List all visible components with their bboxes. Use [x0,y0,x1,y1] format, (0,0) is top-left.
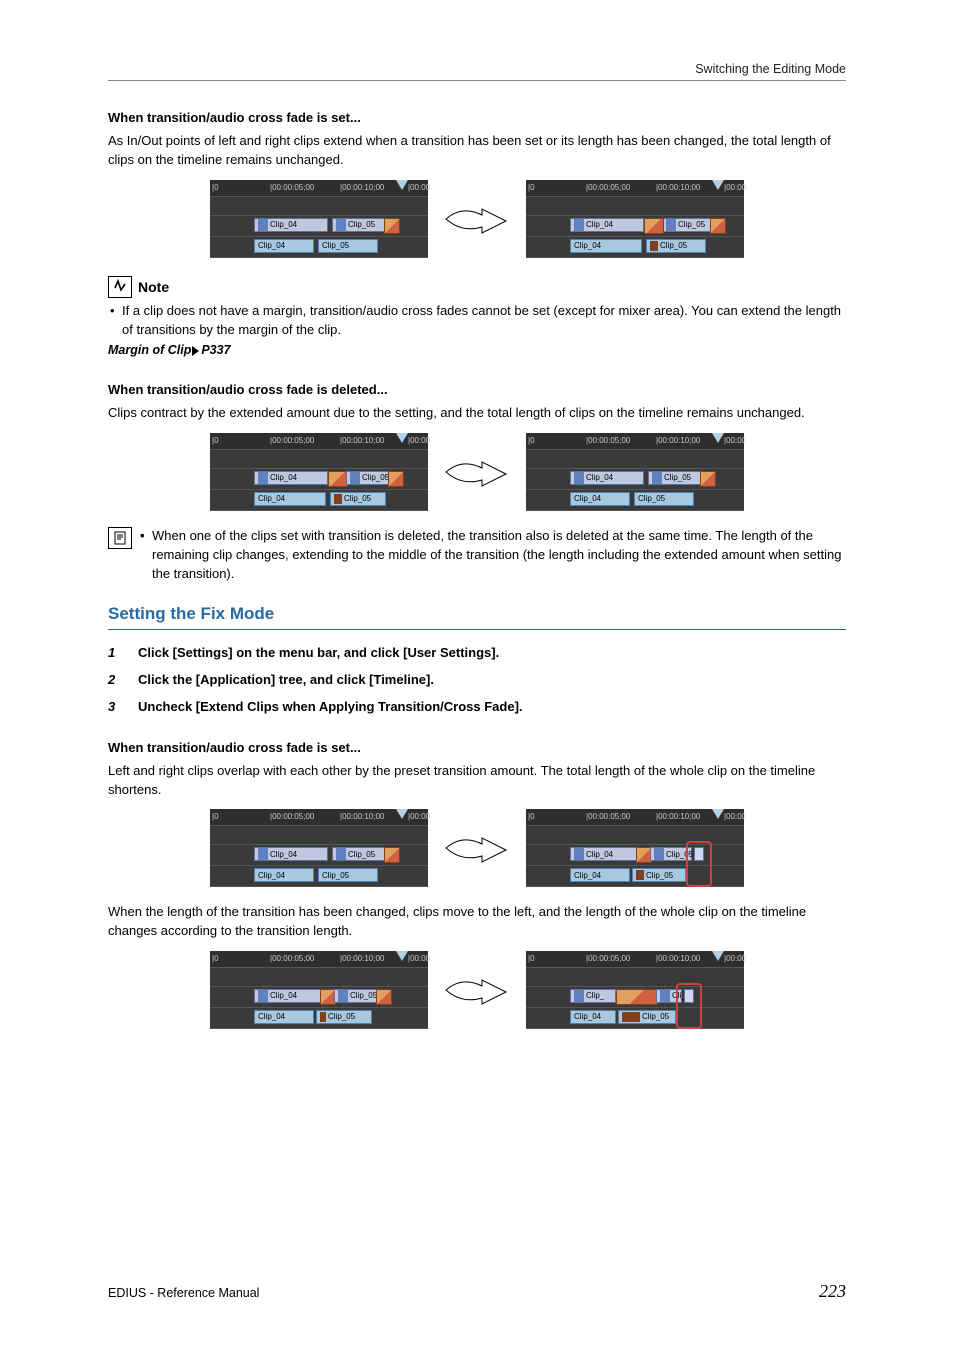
timeline-before: |0 |00:00:05;00 |00:00:10;00 |00:00 Clip… [210,180,428,258]
transition-icon [700,471,716,487]
subheading-transition-set-2: When transition/audio cross fade is set.… [108,739,846,758]
figure-fixmode-length-change: |0 |00:00:05;00 |00:00:10;00 |00:00 Clip… [108,951,846,1029]
step-num: 1 [108,644,120,663]
body-text: Left and right clips overlap with each o… [108,762,846,800]
arrow-right-icon [442,970,512,1010]
transition-icon [328,471,348,487]
timeline-after: |0 |00:00:05;00 |00:00:10;00 |00:00 Clip… [526,809,744,887]
arrow-right-icon [442,452,512,492]
step-text: Uncheck [Extend Clips when Applying Tran… [138,698,523,717]
note-icon [108,276,132,298]
page-number: 223 [819,1278,846,1304]
ruler-tick: |00:00 [724,182,746,194]
timeline-after: |0 |00:00:05;00 |00:00:10;00 |00:00 Clip… [526,180,744,258]
info-icon [108,527,132,549]
clip-video: Clip_05 [662,218,712,232]
playhead-icon [396,809,408,819]
arrow-right-icon [442,199,512,239]
body-text: Clips contract by the extended amount du… [108,404,846,423]
heading-setting-fix-mode: Setting the Fix Mode [108,602,846,631]
playhead-icon [396,433,408,443]
timeline-after: |0 |00:00:05;00 |00:00:10;00 |00:00 Clip… [526,433,744,511]
breadcrumb: Switching the Editing Mode [108,60,846,81]
xref-arrow-icon [192,346,199,356]
clip-video: Clip_04 [254,218,328,232]
info-bullet: When one of the clips set with transitio… [140,527,846,584]
step-num: 3 [108,698,120,717]
clip-audio: Clip_05 [646,239,706,253]
figure-fixmode-set: |0 |00:00:05;00 |00:00:10;00 |00:00 Clip… [108,809,846,887]
arrow-right-icon [442,828,512,868]
step-text: Click the [Application] tree, and click … [138,671,434,690]
timeline-before: |0 |00:00:05;00 |00:00:10;00 |00:00 Clip… [210,433,428,511]
body-text: As In/Out points of left and right clips… [108,132,846,170]
timeline-before: |0 |00:00:05;00 |00:00:10;00 |00:00 Clip… [210,809,428,887]
figure-transition-deleted: |0 |00:00:05;00 |00:00:10;00 |00:00 Clip… [108,433,846,511]
ruler-tick: |00:00:10;00 [340,182,384,194]
note-bullet: If a clip does not have a margin, transi… [108,302,846,340]
timeline-before: |0 |00:00:05;00 |00:00:10;00 |00:00 Clip… [210,951,428,1029]
playhead-icon [712,433,724,443]
subheading-transition-set-1: When transition/audio cross fade is set.… [108,109,846,128]
step-num: 2 [108,671,120,690]
transition-icon [710,218,726,234]
footer-doc-title: EDIUS - Reference Manual [108,1284,259,1302]
step-text: Click [Settings] on the menu bar, and cl… [138,644,499,663]
clip-audio: Clip_05 [318,239,378,253]
highlight-box [686,841,712,887]
ruler-tick: |00:00:05;00 [586,182,630,194]
note-label: Note [138,277,169,297]
ruler-tick: |00:00 [408,182,430,194]
transition-icon [388,471,404,487]
body-text: When the length of the transition has be… [108,903,846,941]
transition-icon [376,989,392,1005]
transition-icon [384,218,400,234]
transition-icon [384,847,400,863]
playhead-icon [712,809,724,819]
clip-audio: Clip_04 [254,239,314,253]
playhead-icon [396,951,408,961]
transition-icon [616,989,658,1005]
ruler-tick: |00:00:05;00 [270,182,314,194]
playhead-icon [712,180,724,190]
xref-margin-of-clip[interactable]: Margin of ClipP337 [108,341,846,359]
ruler-tick: |0 [528,182,535,194]
transition-icon [644,218,664,234]
figure-transition-set-extend: |0 |00:00:05;00 |00:00:10;00 |00:00 Clip… [108,180,846,258]
playhead-icon [712,951,724,961]
clip-video: Clip_05 [332,218,386,232]
ruler-tick: |0 [212,182,219,194]
timeline-after: |0 |00:00:05;00 |00:00:10;00 |00:00 Clip… [526,951,744,1029]
playhead-icon [396,180,408,190]
clip-audio: Clip_04 [570,239,642,253]
highlight-box [676,983,702,1029]
subheading-transition-deleted: When transition/audio cross fade is dele… [108,381,846,400]
clip-video: Clip_04 [570,218,644,232]
ruler-tick: |00:00:10;00 [656,182,700,194]
